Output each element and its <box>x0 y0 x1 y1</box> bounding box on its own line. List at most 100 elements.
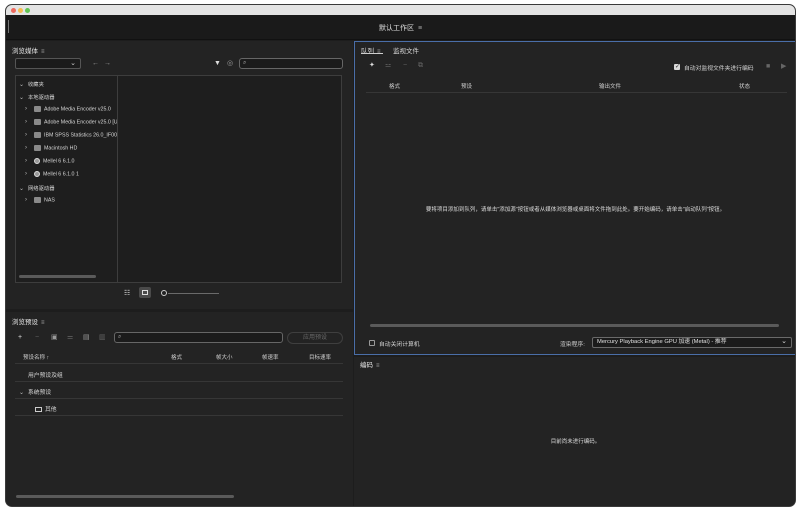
column-format[interactable]: 格式 <box>171 353 182 361</box>
apply-preset-button[interactable]: 应用预设 <box>287 332 343 344</box>
auto-encode-checkbox[interactable] <box>674 63 680 70</box>
start-queue-icon[interactable]: ▶ <box>781 63 786 71</box>
export-preset-icon[interactable]: ▥ <box>99 334 106 342</box>
preset-browser-panel: 浏览预设 ≡ + − ▣ ⚌ ▤ ▥ ⌕ 应用预设 预设名称 ↑ 格式 帧大小 帧… <box>6 312 353 506</box>
workspace-title[interactable]: 默认工作区 <box>379 25 414 32</box>
thumbnail-view-button[interactable] <box>139 287 151 298</box>
chevron-down-icon: ⌄ <box>781 338 787 345</box>
media-tree: ⌄ 收藏夹 ⌄ 本地驱动器 › Adobe Media Encoder v25.0 ›… <box>15 75 120 283</box>
preset-row-user-presets[interactable]: 用户预设及组 <box>28 370 63 379</box>
drive-icon <box>34 145 41 151</box>
drive-icon <box>34 197 41 203</box>
chevron-right-icon[interactable]: › <box>25 145 34 151</box>
media-search-input[interactable]: ⌕ <box>239 58 343 69</box>
panel-menu-icon[interactable]: ≡ <box>376 363 380 369</box>
preset-settings-icon[interactable]: ⚌ <box>67 334 73 342</box>
zoom-slider-track[interactable] <box>168 293 219 294</box>
column-target-rate[interactable]: 目标速率 <box>309 353 331 361</box>
disc-icon <box>34 171 40 177</box>
column-frame-rate[interactable]: 帧速率 <box>262 353 279 361</box>
thumbnail-view-icon <box>142 290 148 295</box>
drive-icon <box>34 106 41 112</box>
panel-menu-icon[interactable]: ≡ <box>41 320 45 326</box>
row-divider <box>15 398 343 399</box>
preset-row-other[interactable]: 其他 <box>35 404 57 413</box>
new-group-icon[interactable]: ▣ <box>51 334 58 342</box>
encoding-empty-message: 目前尚未进行编码。 <box>550 439 601 445</box>
renderer-value: Mercury Playback Engine GPU 加速 (Metal) -… <box>597 339 727 345</box>
column-frame-size[interactable]: 帧大小 <box>216 353 233 361</box>
header-divider <box>15 363 343 364</box>
chevron-down-icon[interactable]: ⌄ <box>19 81 28 88</box>
column-format[interactable]: 格式 <box>389 82 400 90</box>
add-preset-icon[interactable]: + <box>18 334 22 342</box>
back-arrow-icon[interactable]: ← <box>92 60 99 68</box>
tree-item-drive[interactable]: › IBM SPSS Statistics 26.0_IF006 <box>25 132 120 138</box>
column-output-file[interactable]: 输出文件 <box>599 82 621 90</box>
monitor-icon <box>35 406 42 412</box>
renderer-dropdown[interactable]: Mercury Playback Engine GPU 加速 (Metal) -… <box>592 337 792 348</box>
tree-scrollbar[interactable] <box>19 275 96 278</box>
add-output-icon[interactable]: ⚍ <box>385 62 391 70</box>
media-file-list <box>117 75 342 283</box>
tree-item-disc[interactable]: › Mellel 6 6.1.0 <box>25 158 75 164</box>
drive-icon <box>34 119 41 125</box>
column-preset-name[interactable]: 预设名称 ↑ <box>23 353 49 361</box>
tree-item-favorites[interactable]: ⌄ 收藏夹 <box>19 80 44 88</box>
list-view-icon[interactable]: ☷ <box>124 290 130 298</box>
auto-shutdown-checkbox[interactable] <box>369 340 375 346</box>
tree-item-network-drives[interactable]: ⌄ 网络驱动器 <box>19 184 55 192</box>
filter-icon[interactable]: ▼ <box>214 60 221 68</box>
chevron-right-icon[interactable]: › <box>25 132 34 138</box>
chevron-down-icon[interactable]: ⌄ <box>19 389 28 396</box>
close-window-button[interactable] <box>11 8 16 13</box>
location-dropdown[interactable]: ⌄ <box>15 58 81 69</box>
encoding-title: 编码 <box>360 362 373 369</box>
column-preset[interactable]: 预设 <box>461 82 472 90</box>
renderer-label: 渲染程序: <box>560 342 585 348</box>
chevron-down-icon[interactable]: ⌄ <box>19 94 28 101</box>
preset-scrollbar[interactable] <box>16 495 234 498</box>
view-eye-icon[interactable]: ◎ <box>227 60 233 68</box>
remove-preset-icon[interactable]: − <box>35 334 39 342</box>
search-icon: ⌕ <box>118 334 122 340</box>
chevron-down-icon[interactable]: ⌄ <box>19 185 28 192</box>
tree-item-drive[interactable]: › Adobe Media Encoder v25.0 <box>25 106 111 112</box>
forward-arrow-icon[interactable]: → <box>104 60 111 68</box>
add-source-icon[interactable]: ✦ <box>369 62 375 70</box>
tree-item-drive[interactable]: › NAS <box>25 197 55 203</box>
chevron-right-icon[interactable]: › <box>25 171 34 177</box>
zoom-slider-handle[interactable] <box>161 290 167 296</box>
media-browser-panel: 浏览媒体 ≡ ⌄ ← → ▼ ◎ ⌕ ⌄ 收藏夹 ⌄ 本地驱动器 › Adobe Med… <box>6 41 353 309</box>
panel-menu-icon[interactable]: ≡ <box>41 49 45 55</box>
tree-item-local-drives[interactable]: ⌄ 本地驱动器 <box>19 93 55 101</box>
minimize-window-button[interactable] <box>18 8 23 13</box>
chevron-right-icon[interactable]: › <box>25 197 34 203</box>
import-preset-icon[interactable]: ▤ <box>83 334 90 342</box>
hamburger-icon[interactable]: ≡ <box>418 25 422 32</box>
tab-watch-folders[interactable]: 监视文件 <box>393 45 419 55</box>
preset-row-system-presets[interactable]: ⌄ 系统预设 <box>19 387 51 396</box>
drive-icon <box>34 132 41 138</box>
row-divider <box>15 415 343 416</box>
panel-menu-icon[interactable]: ≡ <box>377 49 381 55</box>
chevron-right-icon[interactable]: › <box>25 119 34 125</box>
tree-item-drive[interactable]: › Adobe Media Encoder v25.0 [U <box>25 119 118 125</box>
stop-queue-icon[interactable]: ■ <box>766 63 770 71</box>
duplicate-icon[interactable]: ⧉ <box>418 62 423 70</box>
auto-encode-label: 自动对监视文件夹进行编码 <box>684 66 754 72</box>
preset-search-input[interactable]: ⌕ <box>114 332 283 343</box>
chevron-right-icon[interactable]: › <box>25 158 34 164</box>
tree-item-drive[interactable]: › Macintosh HD <box>25 145 77 151</box>
queue-scrollbar[interactable] <box>370 324 779 327</box>
app-window: 默认工作区 ≡ 浏览媒体 ≡ ⌄ ← → ▼ ◎ ⌕ ⌄ 收藏夹 ⌄ 本地驱动器 › Ad… <box>5 4 796 507</box>
sort-arrow-icon: ↑ <box>46 355 50 361</box>
tree-item-disc[interactable]: › Mellel 6 6.1.0 1 <box>25 171 79 177</box>
remove-item-icon[interactable]: − <box>403 62 407 70</box>
workspace-bar: 默认工作区 ≡ <box>6 15 795 40</box>
auto-shutdown-label: 自动关闭计算机 <box>379 342 420 348</box>
chevron-right-icon[interactable]: › <box>25 106 34 112</box>
encoding-panel: 编码 ≡ 目前尚未进行编码。 <box>354 357 795 506</box>
zoom-window-button[interactable] <box>25 8 30 13</box>
column-status[interactable]: 状态 <box>739 82 750 90</box>
